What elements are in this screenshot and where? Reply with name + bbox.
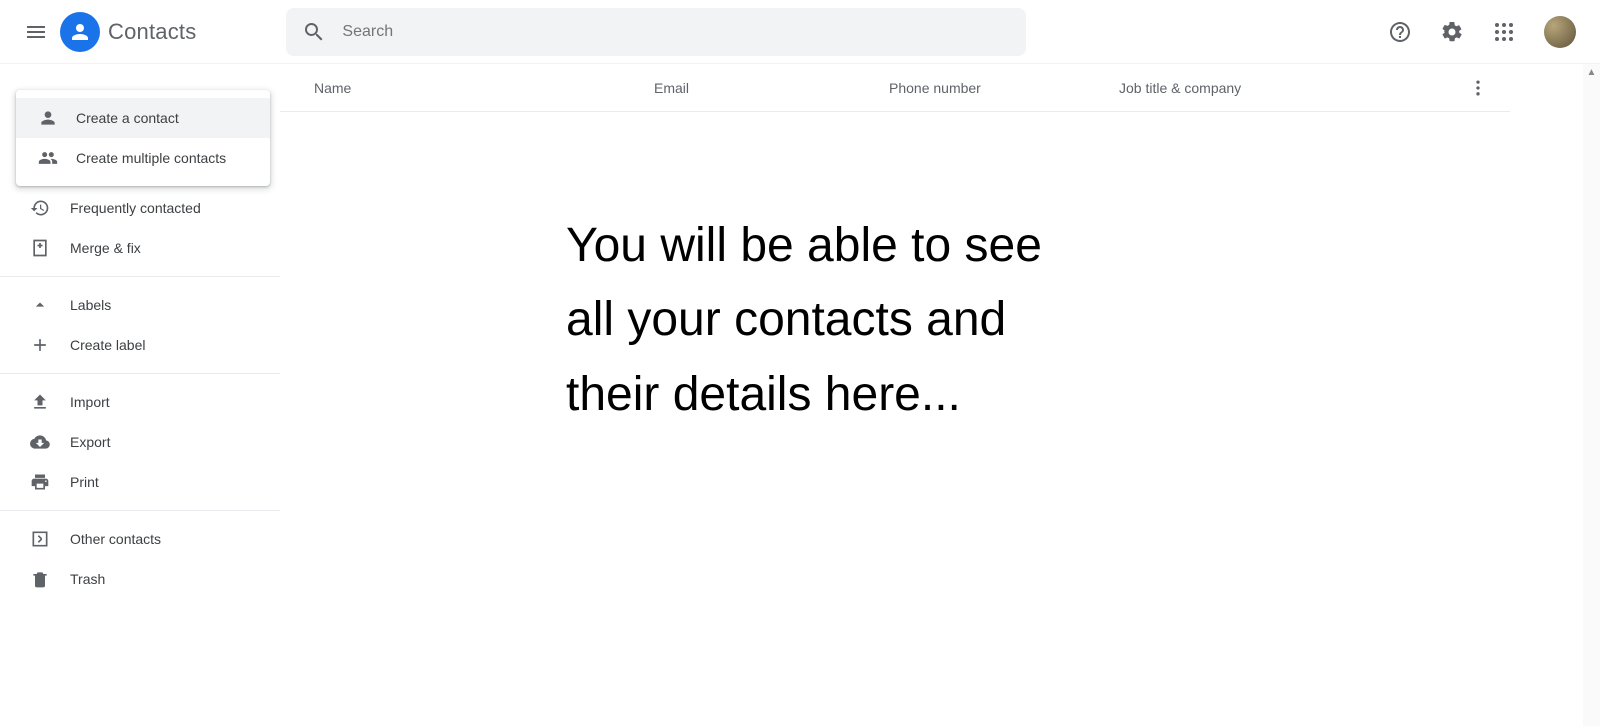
person-icon [36,108,60,128]
upload-icon [28,392,52,412]
sidebar-item-label: Other contacts [70,531,161,547]
sidebar-item-export[interactable]: Export [0,422,280,462]
create-contact-menu: Create a contact Create multiple contact… [16,90,270,186]
sidebar-item-label: Frequently contacted [70,200,201,216]
search-icon [302,20,326,44]
column-header-email: Email [654,80,889,96]
search-input[interactable] [342,23,1010,41]
column-header-phone: Phone number [889,80,1119,96]
app-logo[interactable]: Contacts [60,12,196,52]
chevron-up-icon [28,295,52,315]
sidebar-item-label: Trash [70,571,105,587]
print-icon [28,472,52,492]
plus-icon [28,335,52,355]
help-icon [1388,20,1412,44]
annotation-overlay: You will be able to see all your contact… [566,209,1042,432]
app-title: Contacts [108,19,196,45]
sidebar-item-import[interactable]: Import [0,382,280,422]
sidebar-item-frequently-contacted[interactable]: Frequently contacted [0,188,280,228]
annotation-line: their details here... [566,358,1042,432]
sidebar-item-merge-fix[interactable]: Merge & fix [0,228,280,268]
merge-icon [28,238,52,258]
people-icon [36,148,60,168]
column-header-name: Name [314,80,654,96]
sidebar-divider [0,510,280,511]
cloud-download-icon [28,432,52,452]
google-apps-button[interactable] [1484,12,1524,52]
menu-item-create-multiple-contacts[interactable]: Create multiple contacts [16,138,270,178]
app-header: Contacts [0,0,1600,64]
annotation-line: all your contacts and [566,283,1042,357]
account-avatar[interactable] [1544,16,1576,48]
main-menu-button[interactable] [16,12,56,52]
sidebar-item-create-label[interactable]: Create label [0,325,280,365]
sidebar-item-trash[interactable]: Trash [0,559,280,599]
sidebar-labels-header[interactable]: Labels [0,285,280,325]
sidebar-divider [0,373,280,374]
header-actions [1380,12,1584,52]
menu-item-create-a-contact[interactable]: Create a contact [16,98,270,138]
sidebar-item-print[interactable]: Print [0,462,280,502]
search-bar[interactable] [286,8,1026,56]
sidebar-item-label: Labels [70,297,111,313]
sidebar-item-label: Print [70,474,99,490]
sidebar-item-other-contacts[interactable]: Other contacts [0,519,280,559]
sidebar-item-label: Create label [70,337,146,353]
apps-grid-icon [1492,20,1516,44]
main-content: Name Email Phone number Job title & comp… [280,64,1600,726]
gear-icon [1440,20,1464,44]
annotation-line: You will be able to see [566,209,1042,283]
settings-button[interactable] [1432,12,1472,52]
contacts-logo-icon [60,12,100,52]
column-headers-row: Name Email Phone number Job title & comp… [280,64,1510,112]
history-icon [28,198,52,218]
hamburger-icon [24,20,48,44]
trash-icon [28,569,52,589]
list-settings-button[interactable] [1466,76,1490,100]
column-header-job: Job title & company [1119,80,1510,96]
sidebar-divider [0,276,280,277]
sidebar-item-label: Import [70,394,110,410]
kebab-icon [1468,78,1488,98]
help-button[interactable] [1380,12,1420,52]
sidebar-item-label: Merge & fix [70,240,141,256]
menu-item-label: Create multiple contacts [76,150,226,166]
scroll-up-arrow-icon: ▲ [1583,64,1600,81]
sidebar-item-label: Export [70,434,110,450]
archive-icon [28,529,52,549]
menu-item-label: Create a contact [76,110,179,126]
vertical-scrollbar[interactable]: ▲ [1583,64,1600,726]
